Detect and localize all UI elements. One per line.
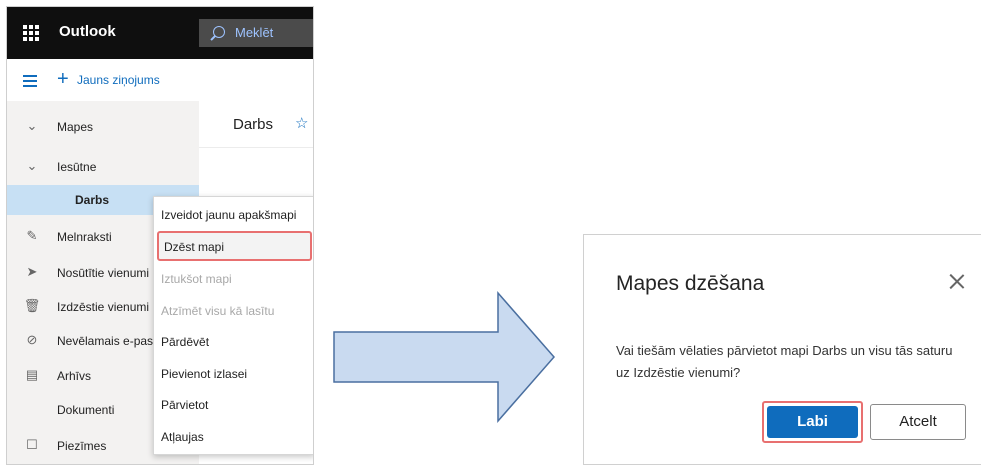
pane-title: Darbs	[233, 116, 274, 133]
folder-label: Izdzēstie vienumi	[57, 300, 150, 314]
chevron-down-icon: ⌄	[26, 158, 38, 173]
outlook-window: Outlook Meklēt + Jauns ziņojums ⌄ Mapes …	[6, 6, 314, 465]
folder-label: Iesūtne	[57, 160, 97, 174]
app-launcher-icon[interactable]	[23, 25, 39, 41]
menu-item-label: Iztukšot mapi	[161, 272, 232, 286]
menu-item-label: Atļaujas	[161, 430, 204, 444]
ok-button[interactable]: Labi	[767, 406, 858, 438]
search-placeholder: Meklēt	[235, 25, 274, 40]
folders-header[interactable]: ⌄ Mapes	[7, 112, 199, 142]
right-arrow-icon	[333, 291, 555, 423]
top-bar: Outlook Meklēt	[7, 7, 313, 59]
menu-item-label: Pārvietot	[161, 398, 209, 412]
pencil-icon: ✎	[26, 228, 38, 243]
menu-item-label: Pievienot izlasei	[161, 367, 248, 381]
menu-item-rename[interactable]: Pārdēvēt	[154, 327, 313, 357]
delete-folder-dialog: Mapes dzēšana Vai tiešām vēlaties pārvie…	[583, 234, 981, 465]
folder-label: Melnraksti	[57, 230, 112, 244]
folder-label: Nosūtītie vienumi	[57, 266, 150, 280]
hamburger-menu-icon[interactable]	[23, 75, 37, 87]
search-box[interactable]: Meklēt	[199, 19, 313, 47]
folder-label: Darbs	[75, 193, 110, 207]
blocked-icon: ⊘	[26, 332, 38, 347]
folder-context-menu: Izveidot jaunu apakšmapi Dzēst mapi Iztu…	[153, 196, 313, 455]
trash-icon: 🗑	[23, 298, 41, 313]
note-icon: ☐	[26, 437, 38, 452]
command-bar: + Jauns ziņojums	[7, 59, 313, 102]
cancel-button[interactable]: Atcelt	[870, 404, 966, 440]
chevron-down-icon: ⌄	[26, 118, 38, 133]
menu-item-permissions[interactable]: Atļaujas	[154, 422, 313, 452]
folder-inbox[interactable]: ⌄ Iesūtne	[7, 152, 199, 182]
menu-item-add-favorites[interactable]: Pievienot izlasei	[154, 359, 313, 389]
folder-label: Piezīmes	[57, 439, 107, 453]
menu-item-label: Atzīmēt visu kā lasītu	[161, 304, 275, 318]
app-title: Outlook	[59, 23, 116, 40]
menu-item-delete-folder[interactable]: Dzēst mapi	[157, 231, 312, 261]
menu-item-mark-all-read: Atzīmēt visu kā lasītu	[154, 296, 313, 326]
archive-icon: ▤	[25, 367, 39, 382]
menu-item-label: Pārdēvēt	[161, 335, 210, 349]
folder-label: Dokumenti	[57, 403, 115, 417]
plus-icon[interactable]: +	[57, 69, 69, 89]
folder-label: Arhīvs	[57, 369, 92, 383]
menu-item-move[interactable]: Pārvietot	[154, 390, 313, 420]
menu-item-empty-folder: Iztukšot mapi	[154, 264, 313, 294]
message-list-header: Darbs ☆	[199, 101, 313, 148]
menu-item-create-subfolder[interactable]: Izveidot jaunu apakšmapi	[154, 200, 313, 230]
dialog-title: Mapes dzēšana	[616, 272, 765, 295]
folder-label: Mapes	[57, 120, 94, 134]
menu-item-label: Izveidot jaunu apakšmapi	[161, 208, 297, 222]
arrow-shape	[333, 291, 555, 423]
star-icon[interactable]: ☆	[295, 114, 308, 132]
menu-item-label: Dzēst mapi	[164, 240, 225, 254]
close-icon[interactable]	[948, 272, 966, 290]
new-message-button[interactable]: Jauns ziņojums	[77, 73, 160, 87]
folder-label: Nevēlamais e-pasts	[57, 334, 163, 348]
search-icon	[213, 26, 225, 38]
dialog-message: Vai tiešām vēlaties pārvietot mapi Darbs…	[616, 343, 953, 380]
send-icon: ➤	[26, 264, 38, 279]
